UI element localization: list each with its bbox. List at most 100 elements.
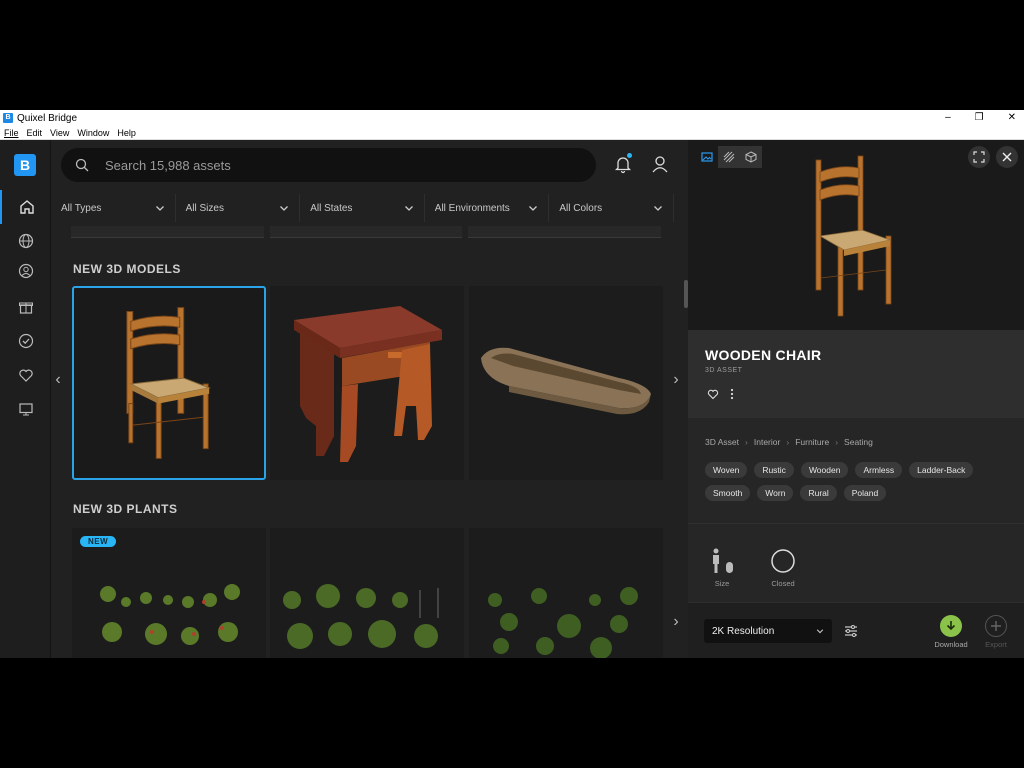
plant-card-1[interactable]: NEW: [72, 528, 266, 658]
asset-card-wooden-table[interactable]: [270, 286, 464, 480]
previous-row-strip: [71, 226, 662, 238]
chevron-down-icon: [816, 629, 824, 634]
attribute-size: Size: [708, 547, 736, 588]
view-tabs: [696, 146, 762, 168]
filter-colors[interactable]: All Colors: [549, 194, 674, 222]
menu-help[interactable]: Help: [117, 128, 136, 138]
menu-view[interactable]: View: [50, 128, 69, 138]
chevron-down-icon: [404, 206, 413, 211]
monitor-icon[interactable]: [0, 392, 51, 426]
tag-chip[interactable]: Wooden: [800, 462, 849, 478]
asset-detail-panel: WOODEN CHAIR 3D ASSET 3D Asset › Interior…: [688, 140, 1024, 658]
close-window-button[interactable]: ✕: [1008, 110, 1016, 126]
image-view-icon[interactable]: [696, 146, 718, 168]
asset-title: WOODEN CHAIR: [705, 347, 822, 363]
filter-environments-label: All Environments: [434, 202, 510, 214]
filter-environments[interactable]: All Environments: [425, 194, 550, 222]
3d-view-icon[interactable]: [740, 146, 762, 168]
models-next-arrow[interactable]: ›: [670, 370, 682, 390]
plant-card-2[interactable]: [270, 528, 464, 658]
export-label: Export: [985, 640, 1007, 649]
download-icon: [940, 615, 962, 637]
models-prev-arrow[interactable]: ‹: [52, 370, 64, 390]
attribute-size-label: Size: [714, 579, 730, 588]
menu-file[interactable]: File: [4, 128, 19, 138]
restore-button[interactable]: ❐: [975, 110, 984, 126]
tag-list: Woven Rustic Wooden Armless Ladder-Back …: [705, 462, 1005, 501]
user-circle-icon[interactable]: [0, 254, 51, 288]
left-rail: B: [0, 140, 51, 658]
chevron-down-icon: [155, 206, 164, 211]
breadcrumb-item[interactable]: 3D Asset: [705, 437, 739, 447]
app-icon: B: [3, 113, 13, 123]
tag-chip[interactable]: Ladder-Back: [909, 462, 974, 478]
heart-icon[interactable]: [0, 358, 51, 392]
close-panel-icon[interactable]: [996, 146, 1018, 168]
chevron-down-icon: [280, 206, 289, 211]
more-options-icon[interactable]: [729, 388, 735, 400]
tag-chip[interactable]: Worn: [757, 485, 794, 501]
download-label: Download: [934, 640, 968, 649]
sliders-icon[interactable]: [844, 624, 858, 638]
filter-types[interactable]: All Types: [51, 194, 176, 222]
search-icon: [75, 158, 89, 172]
tag-chip[interactable]: Rustic: [754, 462, 794, 478]
tag-chip[interactable]: Smooth: [705, 485, 751, 501]
chair-preview-image: [815, 155, 892, 317]
home-icon[interactable]: [0, 190, 51, 224]
resolution-value: 2K Resolution: [712, 625, 775, 637]
chevron-right-icon: ›: [745, 437, 748, 447]
plants-next-arrow[interactable]: ›: [670, 612, 682, 632]
filter-states[interactable]: All States: [300, 194, 425, 222]
user-icon[interactable]: [651, 154, 669, 174]
minimize-button[interactable]: –: [945, 110, 951, 126]
chair-thumbnail: [126, 307, 211, 459]
search-input[interactable]: [105, 157, 545, 173]
breadcrumb-item[interactable]: Furniture: [795, 437, 829, 447]
section-title-models: NEW 3D MODELS: [73, 262, 181, 276]
check-circle-icon[interactable]: [0, 324, 51, 358]
chevron-right-icon: ›: [786, 437, 790, 447]
filter-sizes[interactable]: All Sizes: [176, 194, 301, 222]
download-button[interactable]: Download: [931, 615, 971, 649]
asset-preview: [688, 140, 1024, 330]
asset-card-wooden-chair[interactable]: [72, 286, 266, 480]
bridge-logo[interactable]: B: [14, 154, 36, 176]
asset-card-wooden-trough[interactable]: [469, 286, 663, 480]
favorite-heart-icon[interactable]: [707, 388, 719, 400]
plant-thumbnail-2: [283, 584, 439, 649]
tag-chip[interactable]: Armless: [855, 462, 903, 478]
filter-sizes-label: All Sizes: [185, 202, 224, 214]
chevron-down-icon: [654, 206, 662, 211]
closed-circle-icon: [771, 549, 795, 573]
tag-chip[interactable]: Rural: [800, 485, 837, 501]
notification-dot: [627, 153, 632, 158]
menu-bar: File Edit View Window Help: [0, 126, 1024, 140]
plant-thumbnail-1: [100, 584, 240, 645]
menu-edit[interactable]: Edit: [27, 128, 43, 138]
asset-attributes: Size Closed: [708, 547, 796, 588]
attribute-closed-label: Closed: [771, 579, 795, 588]
chevron-down-icon: [529, 206, 538, 211]
tag-chip[interactable]: Poland: [843, 485, 887, 501]
resolution-select[interactable]: 2K Resolution: [704, 619, 832, 643]
texture-view-icon[interactable]: [718, 146, 740, 168]
search-bar[interactable]: [61, 148, 596, 182]
divider: [688, 523, 1024, 524]
fullscreen-icon[interactable]: [968, 146, 990, 168]
plus-icon: [985, 615, 1007, 637]
window-title: Quixel Bridge: [17, 112, 78, 124]
breadcrumb-item[interactable]: Seating: [844, 437, 873, 447]
breadcrumb-item[interactable]: Interior: [754, 437, 780, 447]
asset-subtitle: 3D ASSET: [705, 367, 743, 374]
chevron-right-icon: ›: [835, 437, 839, 447]
table-thumbnail: [294, 306, 442, 462]
export-button[interactable]: Export: [976, 615, 1016, 649]
main-content: All Types All Sizes All States All Envir…: [51, 140, 688, 658]
tag-chip[interactable]: Woven: [705, 462, 748, 478]
breadcrumb: 3D Asset › Interior › Furniture › Seating: [705, 437, 873, 447]
menu-window[interactable]: Window: [77, 128, 109, 138]
plant-card-3[interactable]: [469, 528, 663, 658]
globe-icon[interactable]: [0, 224, 51, 258]
gift-icon[interactable]: [0, 290, 51, 324]
